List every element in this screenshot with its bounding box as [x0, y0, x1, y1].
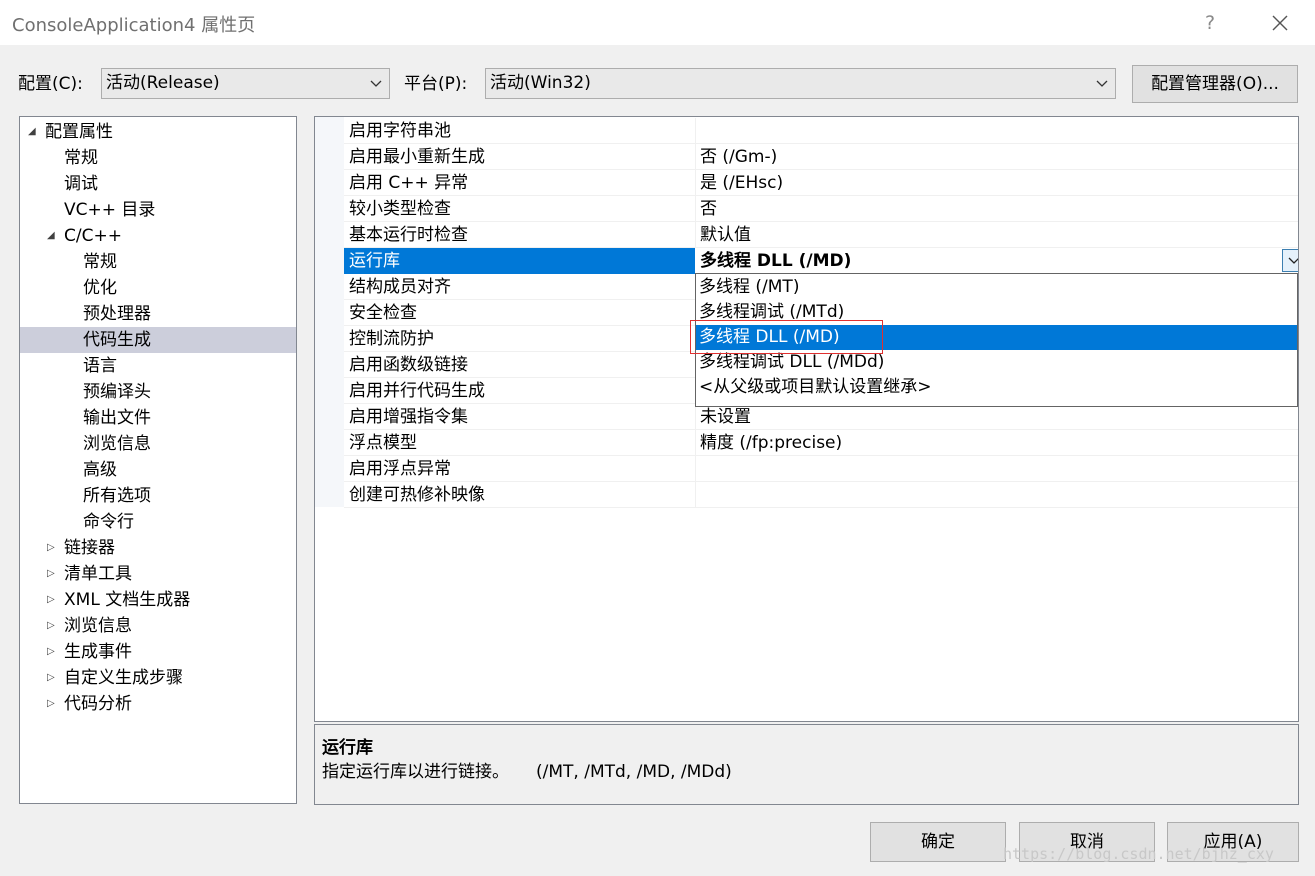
chevron-down-icon [1096, 80, 1108, 87]
collapsed-triangle-icon[interactable]: ▷ [47, 561, 59, 587]
grid-row[interactable]: 启用增强指令集 未设置 [344, 404, 1298, 430]
tree-item-vc-directories[interactable]: VC++ 目录 [20, 197, 296, 223]
ok-button[interactable]: 确定 [870, 822, 1006, 862]
help-button[interactable]: ? [1196, 9, 1224, 37]
tree-item-output-files[interactable]: 输出文件 [20, 405, 296, 431]
grid-row[interactable]: 创建可热修补映像 [344, 482, 1298, 508]
window-title: ConsoleApplication4 属性页 [12, 15, 256, 36]
grid-gutter [315, 117, 344, 507]
chevron-down-icon [370, 80, 382, 87]
tree-item-config-properties[interactable]: ◢ 配置属性 [20, 119, 296, 145]
tree-item-browse-information[interactable]: ▷ 浏览信息 [20, 613, 296, 639]
tree-item-language[interactable]: 语言 [20, 353, 296, 379]
tree-item-linker[interactable]: ▷ 链接器 [20, 535, 296, 561]
tree-item-all-options[interactable]: 所有选项 [20, 483, 296, 509]
highlight-annotation-box [690, 320, 883, 354]
collapsed-triangle-icon[interactable]: ▷ [47, 691, 59, 717]
title-bar: ConsoleApplication4 属性页 ? [0, 0, 1315, 45]
chevron-down-icon [1288, 257, 1298, 264]
tree-item-debugging[interactable]: 调试 [20, 171, 296, 197]
dropdown-button[interactable] [1282, 249, 1298, 272]
tree-item-preprocessor[interactable]: 预处理器 [20, 301, 296, 327]
property-grid[interactable]: 启用字符串池 启用最小重新生成 否 (/Gm-) 启用 C++ 异常 是 (/E… [314, 116, 1299, 722]
description-panel: 运行库 指定运行库以进行链接。 (/MT, /MTd, /MD, /MDd) [314, 724, 1299, 805]
selected-property-value: 多线程 DLL (/MD) [700, 251, 852, 271]
grid-row-selected[interactable]: 运行库 多线程 DLL (/MD) [344, 248, 1298, 274]
description-title: 运行库 [322, 738, 373, 758]
grid-row[interactable]: 基本运行时检查 默认值 [344, 222, 1298, 248]
config-manager-button[interactable]: 配置管理器(O)... [1132, 65, 1298, 103]
tree-item-browse-info[interactable]: 浏览信息 [20, 431, 296, 457]
tree-item-cpp[interactable]: ◢ C/C++ [20, 223, 296, 249]
collapsed-triangle-icon[interactable]: ▷ [47, 613, 59, 639]
tree-item-optimization[interactable]: 优化 [20, 275, 296, 301]
close-icon [1272, 15, 1288, 31]
config-combo-value: 活动(Release) [106, 73, 220, 93]
platform-label: 平台(P): [404, 74, 468, 94]
grid-row[interactable]: 浮点模型 精度 (/fp:precise) [344, 430, 1298, 456]
platform-combo[interactable]: 活动(Win32) [485, 68, 1116, 99]
tree-item-precompiled-headers[interactable]: 预编译头 [20, 379, 296, 405]
collapsed-triangle-icon[interactable]: ▷ [47, 535, 59, 561]
tree-item-code-generation[interactable]: 代码生成 [20, 327, 296, 353]
platform-combo-value: 活动(Win32) [490, 73, 591, 93]
collapsed-triangle-icon[interactable]: ▷ [47, 587, 59, 613]
grid-row[interactable]: 较小类型检查 否 [344, 196, 1298, 222]
tree-item-code-analysis[interactable]: ▷ 代码分析 [20, 691, 296, 717]
grid-row[interactable]: 启用最小重新生成 否 (/Gm-) [344, 144, 1298, 170]
tree-item-custom-build-step[interactable]: ▷ 自定义生成步骤 [20, 665, 296, 691]
dropdown-option-mt[interactable]: 多线程 (/MT) [696, 275, 1297, 300]
grid-row[interactable]: 启用 C++ 异常 是 (/EHsc) [344, 170, 1298, 196]
close-button[interactable] [1262, 6, 1298, 40]
config-combo[interactable]: 活动(Release) [101, 68, 390, 99]
watermark: https://blog.csdn.net/bjhz_cxy [1003, 845, 1274, 863]
dropdown-option-inherit[interactable]: <从父级或项目默认设置继承> [696, 375, 1297, 400]
tree-item-cpp-general[interactable]: 常规 [20, 249, 296, 275]
grid-row[interactable]: 启用字符串池 [344, 118, 1298, 144]
collapsed-triangle-icon[interactable]: ▷ [47, 639, 59, 665]
expanded-triangle-icon[interactable]: ◢ [47, 223, 59, 249]
tree-item-advanced[interactable]: 高级 [20, 457, 296, 483]
tree-item-build-events[interactable]: ▷ 生成事件 [20, 639, 296, 665]
collapsed-triangle-icon[interactable]: ▷ [47, 665, 59, 691]
grid-row[interactable]: 启用浮点异常 [344, 456, 1298, 482]
description-text: 指定运行库以进行链接。 (/MT, /MTd, /MD, /MDd) [322, 762, 732, 782]
property-tree[interactable]: ◢ 配置属性 常规 调试 VC++ 目录 ◢ C/C++ 常规 优化 预处理器 … [19, 116, 297, 804]
config-label: 配置(C): [18, 74, 83, 94]
selected-property-name: 运行库 [349, 251, 400, 271]
tree-item-general[interactable]: 常规 [20, 145, 296, 171]
tree-item-xml-doc-generator[interactable]: ▷ XML 文档生成器 [20, 587, 296, 613]
tree-item-manifest-tool[interactable]: ▷ 清单工具 [20, 561, 296, 587]
tree-item-command-line[interactable]: 命令行 [20, 509, 296, 535]
expanded-triangle-icon[interactable]: ◢ [28, 119, 40, 145]
